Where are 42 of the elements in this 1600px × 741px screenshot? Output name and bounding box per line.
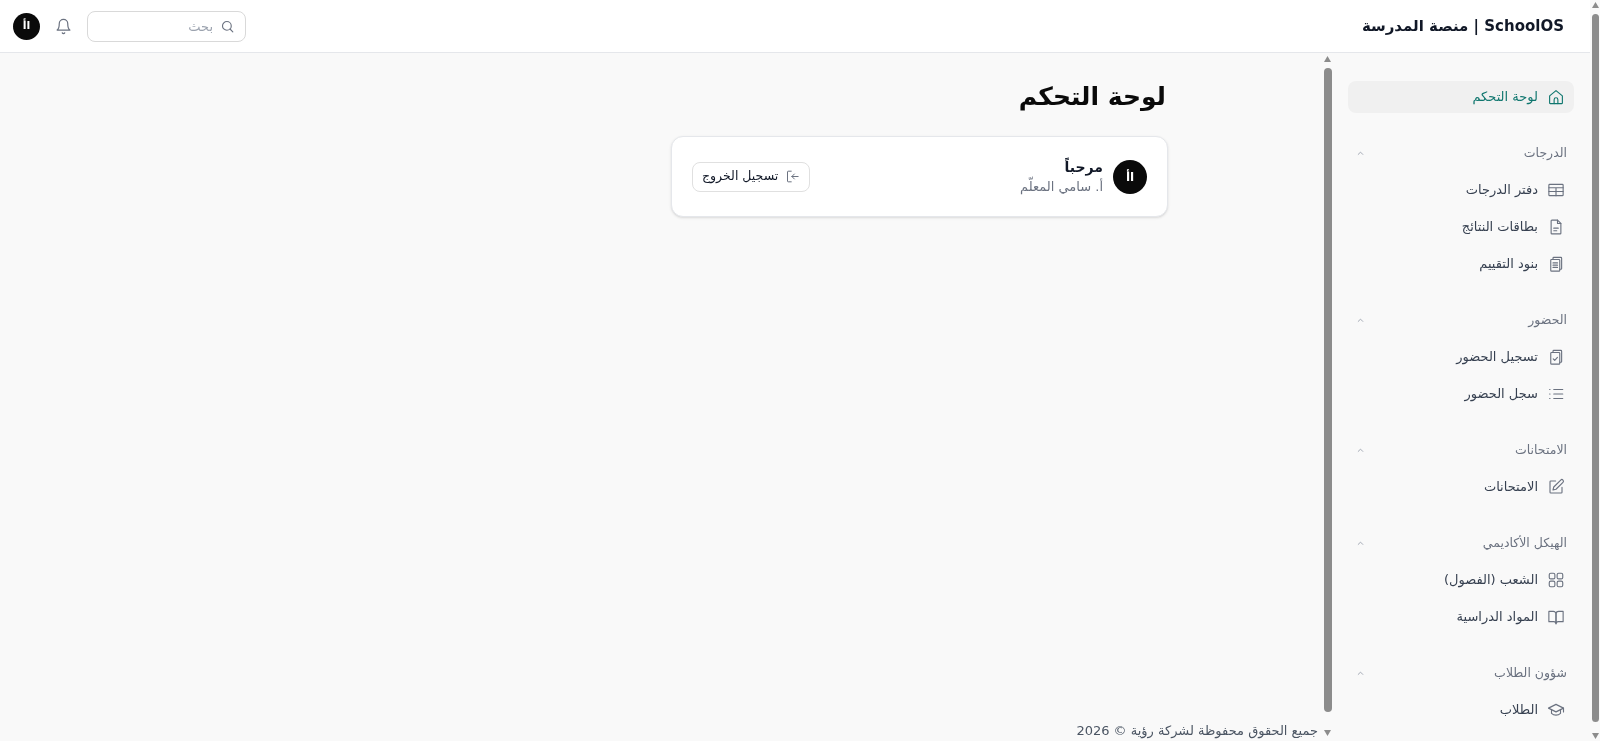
sidebar-item[interactable]: المواد الدراسية xyxy=(1348,601,1574,633)
page-title: لوحة التحكم xyxy=(1017,81,1167,113)
document-icon xyxy=(1547,218,1565,236)
greeting-text: مرحباً xyxy=(1063,158,1103,176)
scroll-down-arrow-icon[interactable] xyxy=(1591,733,1599,739)
sidebar-item[interactable]: الشعب (الفصول) xyxy=(1348,564,1574,596)
scroll-up-arrow-icon[interactable] xyxy=(1591,2,1599,8)
avatar[interactable]: اأ xyxy=(13,12,40,40)
arrow-door-icon xyxy=(785,169,801,184)
bell-icon[interactable] xyxy=(55,17,72,35)
section-header[interactable]: الحضور xyxy=(1348,304,1574,336)
sidebar-item[interactable]: دفتر الدرجات xyxy=(1348,174,1574,206)
clipboard-icon xyxy=(1547,255,1565,273)
sidebar-item[interactable]: سجل الحضور xyxy=(1348,378,1574,410)
section-header[interactable]: الامتحانات xyxy=(1348,434,1574,466)
sidebar-item[interactable]: تسجيل الحضور xyxy=(1348,341,1574,373)
scrollbar-thumb[interactable] xyxy=(1591,14,1599,722)
section-header[interactable]: الهيكل الأكاديمي xyxy=(1348,527,1574,559)
scroll-down-arrow-icon[interactable] xyxy=(1324,730,1331,736)
logout-button[interactable]: تسجيل الخروج xyxy=(692,161,811,192)
section-header[interactable]: الدرجات xyxy=(1348,137,1574,169)
scrollbar-thumb[interactable] xyxy=(1323,68,1332,712)
sidebar-item[interactable]: بنود التقييم xyxy=(1348,248,1574,280)
avatar: اأ xyxy=(1113,159,1147,194)
sidebar-item[interactable]: الامتحانات xyxy=(1348,471,1574,503)
clipboard-check-icon xyxy=(1547,348,1565,366)
copyright-text: جميع الحقوق محفوظة لشركة رؤية © 2026 xyxy=(1076,722,1318,741)
sidebar-item[interactable]: الطلاب xyxy=(1348,694,1574,726)
scroll-up-arrow-icon[interactable] xyxy=(1324,56,1331,62)
grid-icon xyxy=(1547,571,1565,589)
app-title: SchoolOS | منصة المدرسة xyxy=(1361,15,1564,37)
book-icon xyxy=(1547,608,1565,626)
sidebar-item[interactable]: لوحة التحكم xyxy=(1348,81,1574,113)
section-header[interactable]: شؤون الطلاب xyxy=(1348,657,1574,689)
sidebar-item[interactable]: بطاقات النتائج xyxy=(1348,211,1574,243)
user-name: أ. سامي المعلّم xyxy=(1020,178,1103,195)
table-icon xyxy=(1547,181,1565,199)
search-icon xyxy=(220,18,235,34)
search-field[interactable]: بحث xyxy=(87,10,246,42)
graduation-cap-icon xyxy=(1547,701,1565,719)
home-icon xyxy=(1547,88,1565,106)
pencil-icon xyxy=(1547,478,1565,496)
